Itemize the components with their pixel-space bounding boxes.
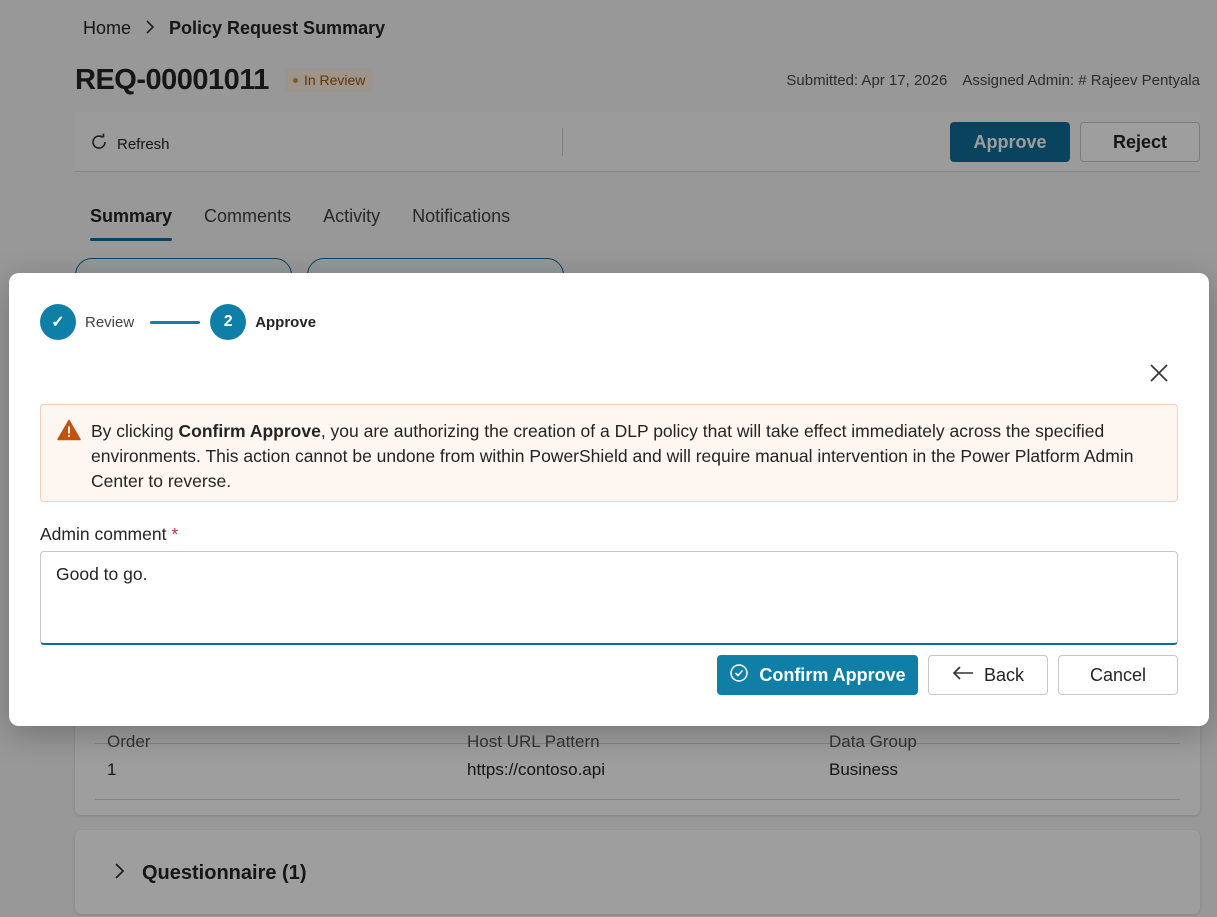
- step-approve-number: 2: [210, 304, 247, 340]
- close-button[interactable]: [1146, 362, 1172, 388]
- back-button[interactable]: Back: [928, 655, 1048, 695]
- warning-message: By clicking Confirm Approve, you are aut…: [91, 419, 1147, 494]
- step-approve-label: Approve: [255, 313, 317, 331]
- warning-bold: Confirm Approve: [178, 421, 321, 441]
- stepper: ✓ Review 2 Approve: [40, 304, 316, 340]
- cancel-button[interactable]: Cancel: [1058, 655, 1178, 695]
- warning-banner: By clicking Confirm Approve, you are aut…: [40, 404, 1178, 502]
- required-asterisk: *: [171, 524, 179, 544]
- step-review-label: Review: [85, 313, 135, 331]
- approve-dialog: ✓ Review 2 Approve By clicking Confirm A…: [9, 273, 1209, 726]
- check-circle-icon: [729, 663, 749, 688]
- close-icon: [1149, 363, 1169, 388]
- back-label: Back: [983, 664, 1025, 685]
- confirm-approve-label: Confirm Approve: [759, 664, 906, 685]
- warning-prefix: By clicking: [91, 421, 179, 441]
- step-review-check-icon: ✓: [40, 304, 76, 340]
- arrow-left-icon: [952, 665, 974, 686]
- admin-comment-field[interactable]: Good to go.: [40, 551, 1178, 645]
- admin-comment-label: Admin comment *: [40, 524, 178, 545]
- step-connector: [150, 320, 201, 324]
- admin-comment-label-text: Admin comment: [40, 524, 167, 544]
- confirm-approve-button[interactable]: Confirm Approve: [717, 655, 918, 695]
- warning-icon: [57, 419, 81, 446]
